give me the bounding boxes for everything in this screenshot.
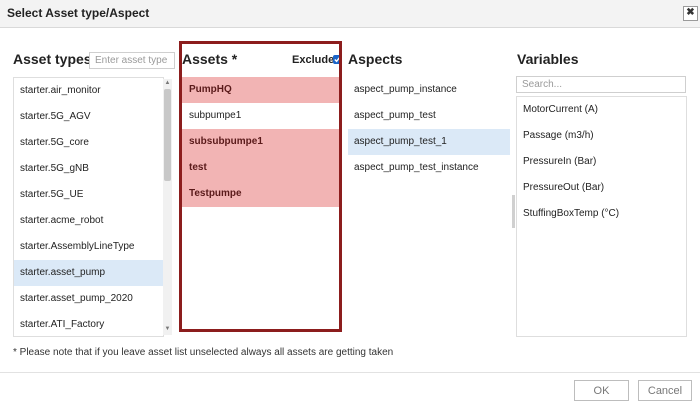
footer-divider [0,372,700,373]
dialog-title: Select Asset type/Aspect [7,6,150,20]
variable-item[interactable]: StuffingBoxTemp (°C) [517,201,686,227]
aspect-item[interactable]: aspect_pump_test_1 [348,129,510,155]
asset-type-item[interactable]: starter.asset_pump_2020 [14,286,163,312]
exclude-checkbox[interactable] [333,55,342,64]
asset-item[interactable]: test [182,155,340,181]
aspects-title: Aspects [348,51,403,67]
scroll-up-icon[interactable]: ▲ [164,80,171,87]
variable-item[interactable]: Passage (m3/h) [517,123,686,149]
asset-types-scrollbar[interactable]: ▲ ▼ [163,79,172,335]
dialog-titlebar: Select Asset type/Aspect ✖ [0,0,700,28]
assets-title: Assets * [182,51,238,67]
aspect-item[interactable]: aspect_pump_test_instance [348,155,510,181]
asset-type-item[interactable]: starter.ATI_Factory [14,312,163,336]
ok-button[interactable]: OK [574,380,629,401]
aspect-item[interactable]: aspect_pump_instance [348,77,510,103]
asset-type-item[interactable]: starter.5G_gNB [14,156,163,182]
variable-search-input[interactable] [516,76,686,93]
aspect-item[interactable]: aspect_pump_test [348,103,510,129]
variable-item[interactable]: MotorCurrent (A) [517,97,686,123]
asset-type-item[interactable]: starter.5G_AGV [14,104,163,130]
aspects-scrollbar[interactable] [512,195,515,228]
variable-item[interactable]: PressureOut (Bar) [517,175,686,201]
close-icon[interactable]: ✖ [683,6,698,21]
variables-title: Variables [517,51,579,67]
assets-list: PumpHQ subpumpe1 subsubpumpe1 test Testpumpe [182,77,340,332]
asset-item[interactable]: subsubpumpe1 [182,129,340,155]
asset-selection-note: * Please note that if you leave asset li… [13,347,394,358]
asset-item[interactable]: PumpHQ [182,77,340,103]
scroll-down-icon[interactable]: ▼ [164,326,171,333]
asset-type-item[interactable]: starter.AssemblyLineType [14,234,163,260]
asset-type-item[interactable]: starter.5G_UE [14,182,163,208]
asset-type-item[interactable]: starter.5G_core [14,130,163,156]
asset-types-list: starter.air_monitor starter.5G_AGV starter… [13,77,164,337]
exclude-label: Exclude [292,54,335,66]
variable-item[interactable]: PressureIn (Bar) [517,149,686,175]
asset-type-item[interactable]: starter.acme_robot [14,208,163,234]
asset-type-search-input[interactable] [89,52,175,69]
aspects-list: aspect_pump_instance aspect_pump_test aspe… [348,77,510,335]
asset-type-item[interactable]: starter.air_monitor [14,78,163,104]
cancel-button[interactable]: Cancel [638,380,692,401]
scroll-thumb[interactable] [164,89,171,181]
asset-types-title: Asset types [13,51,92,67]
asset-type-item[interactable]: starter.asset_pump [14,260,163,286]
asset-item[interactable]: Testpumpe [182,181,340,207]
asset-item[interactable]: subpumpe1 [182,103,340,129]
variables-list: MotorCurrent (A) Passage (m3/h) PressureIn… [516,96,687,337]
